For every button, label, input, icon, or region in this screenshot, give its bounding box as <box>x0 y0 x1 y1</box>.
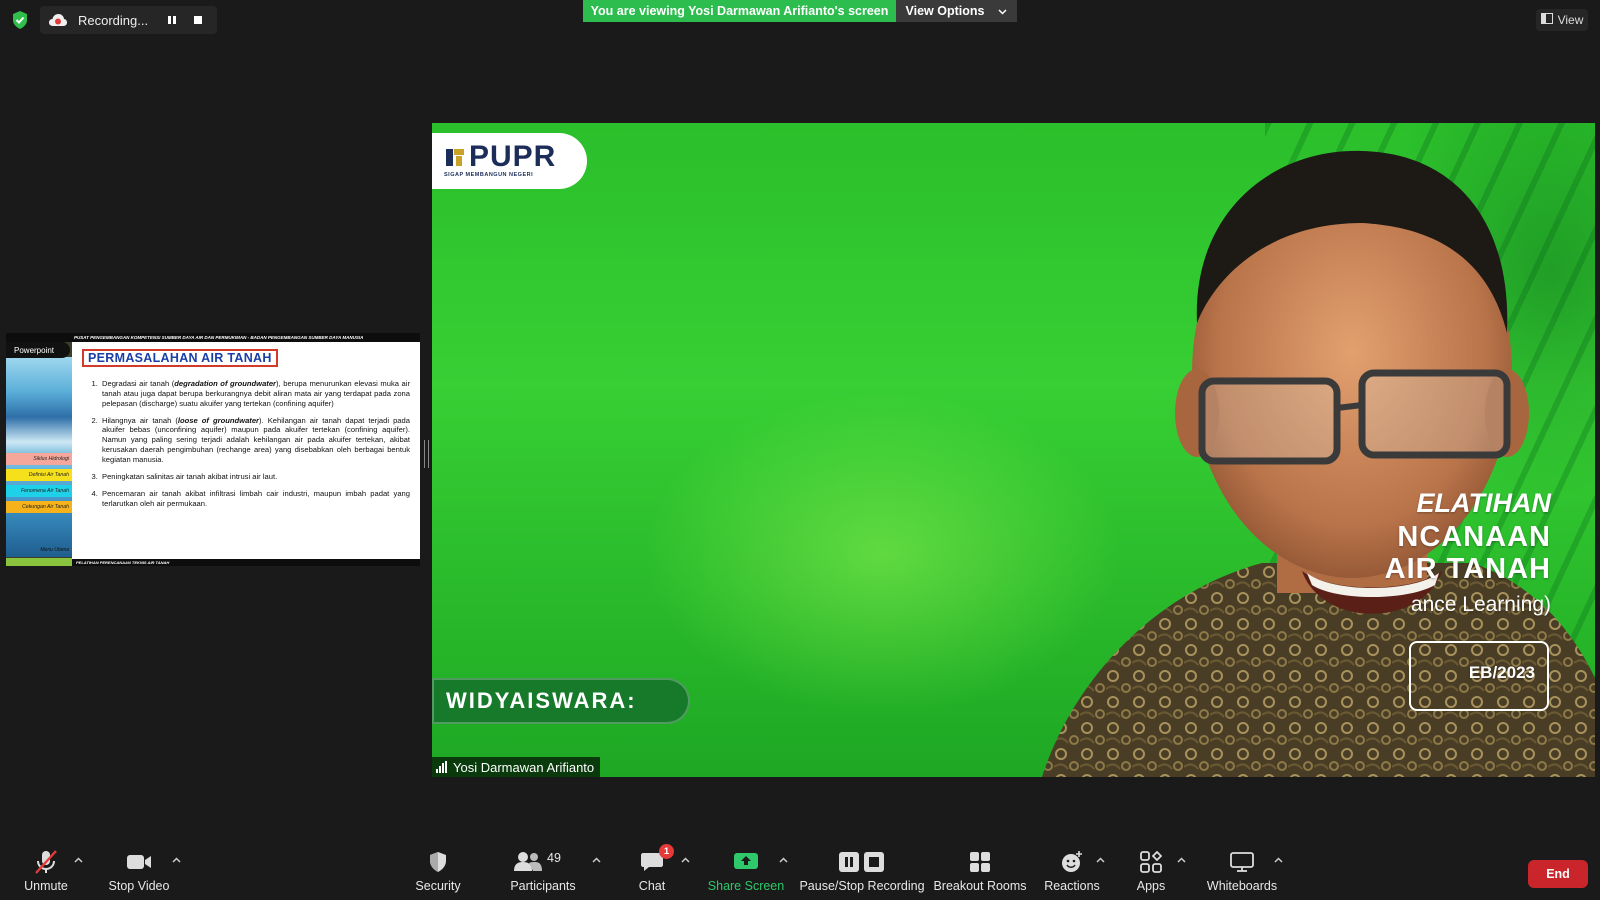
slide-list-item: Pencemaran air tanah akibat infiltrasi l… <box>100 489 410 509</box>
participants-icon: 49 <box>511 848 575 876</box>
share-options-caret[interactable] <box>777 854 789 866</box>
slide-list-item: Hilangnya air tanah (loose of groundwate… <box>100 416 410 465</box>
viewing-screen-banner: You are viewing Yosi Darmawan Arifianto'… <box>583 0 896 22</box>
smiley-icon <box>1060 848 1084 876</box>
slide-side-footer <box>6 558 72 566</box>
stop-video-label: Stop Video <box>108 879 170 893</box>
banner-title-line-1: ELATIHAN <box>1416 488 1552 518</box>
chat-options-caret[interactable] <box>679 854 691 866</box>
chat-label: Chat <box>638 879 666 893</box>
whiteboards-options-caret[interactable] <box>1272 854 1284 866</box>
slide-menu-utama: Menu Utama <box>40 547 69 553</box>
slide-menu-cekungan-air-tanah: Cekungan Air Tanah <box>6 501 72 513</box>
pause-recording-button[interactable] <box>161 9 183 31</box>
shared-screen-slide[interactable]: PUSAT PENGEMBANGAN KOMPETENSI SUMBER DAY… <box>6 333 420 566</box>
banner-title-line-3: AIR TANAH <box>1384 553 1551 585</box>
slide-body: Degradasi air tanah (degradation of grou… <box>88 379 410 515</box>
pupr-logo-text: PUPR <box>469 140 557 173</box>
audio-options-caret[interactable] <box>72 854 84 866</box>
chevron-down-icon <box>998 4 1007 18</box>
speaker-video[interactable]: PUPR SIGAP MEMBANGUN NEGERI ELATIHAN NCA… <box>432 123 1595 777</box>
pupr-logo: PUPR SIGAP MEMBANGUN NEGERI <box>432 133 587 189</box>
share-screen-button[interactable]: Share Screen <box>708 840 784 900</box>
breakout-rooms-button[interactable]: Breakout Rooms <box>933 840 1027 900</box>
chat-unread-badge: 1 <box>659 844 674 859</box>
slide-list-item: Peningkatan salinitas air tanah akibat i… <box>100 472 410 482</box>
powerpoint-tag: Powerpoint <box>6 342 70 358</box>
breakout-rooms-label: Breakout Rooms <box>933 879 1027 893</box>
banner-date: EB/2023 <box>1468 663 1535 682</box>
view-options-label: View Options <box>905 4 985 18</box>
apps-label: Apps <box>1136 879 1166 893</box>
stop-recording-button[interactable] <box>187 9 209 31</box>
slide-menu-definisi-air-tanah: Definisi Air Tanah <box>6 469 72 481</box>
widyaiswara-label: WIDYAISWARA: <box>432 678 690 724</box>
view-layout-icon <box>1540 13 1553 27</box>
panel-resize-handle[interactable] <box>424 440 429 468</box>
recording-label: Recording... <box>78 12 149 28</box>
participants-button[interactable]: 49 Participants <box>508 840 578 900</box>
share-screen-icon <box>733 848 759 876</box>
slide-list-item: Degradasi air tanah (degradation of grou… <box>100 379 410 409</box>
banner-title-line-2: NCANAAN <box>1397 521 1551 553</box>
video-camera-icon <box>125 848 153 876</box>
slide-footer-strip: PELATIHAN PERENCANAAN TEKNIS AIR TANAH <box>72 559 420 566</box>
pause-stop-recording-label: Pause/Stop Recording <box>799 879 925 893</box>
chat-bubble-icon: 1 <box>640 844 674 876</box>
stop-video-button[interactable]: Stop Video <box>104 840 174 900</box>
banner-title-line-4: ance Learning) <box>1410 593 1551 616</box>
encryption-shield-icon[interactable] <box>11 10 29 30</box>
participant-name: Yosi Darmawan Arifianto <box>453 759 595 775</box>
slide-title: PERMASALAHAN AIR TANAH <box>82 349 278 367</box>
whiteboard-icon <box>1230 848 1254 876</box>
participants-label: Participants <box>510 879 576 893</box>
apps-icon <box>1140 848 1162 876</box>
cloud-recording-icon <box>48 13 68 27</box>
reactions-label: Reactions <box>1044 879 1100 893</box>
pupr-logo-subtext: SIGAP MEMBANGUN NEGERI <box>444 172 534 178</box>
slide-menu-fenomena-air-tanah: Fenomena Air Tanah <box>6 485 72 497</box>
participants-options-caret[interactable] <box>590 854 602 866</box>
view-button[interactable]: View <box>1536 9 1588 31</box>
slide-header-strip: PUSAT PENGEMBANGAN KOMPETENSI SUMBER DAY… <box>6 333 420 342</box>
pupr-emblem-icon <box>444 146 466 168</box>
chat-button[interactable]: 1 Chat <box>632 840 674 900</box>
apps-button[interactable]: Apps <box>1130 840 1172 900</box>
view-label: View <box>1557 13 1584 27</box>
reactions-button[interactable]: Reactions <box>1042 840 1102 900</box>
breakout-rooms-icon <box>969 848 991 876</box>
whiteboards-button[interactable]: Whiteboards <box>1204 840 1280 900</box>
security-button[interactable]: Security <box>410 840 466 900</box>
water-splash-image <box>6 357 72 457</box>
signal-strength-icon <box>436 760 447 773</box>
participant-name-tag: Yosi Darmawan Arifianto <box>432 757 601 777</box>
meeting-toolbar: Unmute Stop Video Security 49 Participan… <box>0 840 1600 900</box>
slide-menu-siklus-hidrologi: Siklus Hidrologi <box>6 453 72 465</box>
unmute-label: Unmute <box>24 879 68 893</box>
participants-count: 49 <box>547 851 561 865</box>
shield-icon <box>427 848 449 876</box>
apps-options-caret[interactable] <box>1175 854 1187 866</box>
pause-stop-recording-button[interactable]: Pause/Stop Recording <box>799 840 925 900</box>
whiteboards-label: Whiteboards <box>1206 879 1278 893</box>
reactions-options-caret[interactable] <box>1094 854 1106 866</box>
security-label: Security <box>415 879 461 893</box>
view-options-dropdown[interactable]: View Options <box>896 0 1017 22</box>
video-options-caret[interactable] <box>170 854 182 866</box>
pause-stop-recording-icon <box>838 848 886 876</box>
muted-microphone-icon <box>32 848 60 876</box>
end-meeting-button[interactable]: End <box>1528 860 1588 888</box>
share-screen-label: Share Screen <box>707 879 785 893</box>
unmute-button[interactable]: Unmute <box>22 840 70 900</box>
recording-indicator: Recording... <box>40 6 217 34</box>
